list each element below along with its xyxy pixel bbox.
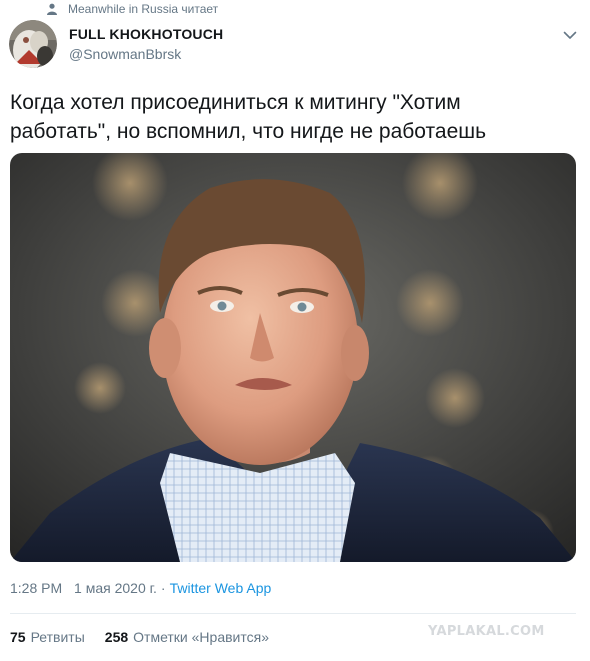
social-context[interactable]: Meanwhile in Russia читает: [46, 2, 218, 16]
author-name[interactable]: FULL KHOKHOTOUCH: [69, 26, 223, 42]
tweet-meta: 1:28 PM 1 мая 2020 г. · Twitter Web App: [10, 580, 271, 596]
social-context-text: Meanwhile in Russia читает: [68, 2, 219, 16]
user-icon: [46, 3, 58, 15]
tweet-text: Когда хотел присоединиться к митингу "Хо…: [10, 91, 487, 143]
chevron-down-icon[interactable]: [561, 26, 579, 44]
retweets-label: Ретвиты: [30, 629, 85, 645]
tweet-photo[interactable]: [10, 153, 576, 562]
meta-separator: ·: [160, 580, 166, 596]
tweet-date[interactable]: 1 мая 2020 г.: [74, 580, 157, 596]
likes-stat[interactable]: 258 Отметки «Нравится»: [105, 629, 269, 645]
tweet-stats: 75 Ретвиты 258 Отметки «Нравится»: [10, 629, 289, 645]
tweet-author: FULL KHOKHOTOUCH @SnowmanBbrsk: [9, 20, 581, 70]
likes-count: 258: [104, 629, 129, 645]
tweet-time[interactable]: 1:28 PM: [10, 580, 62, 596]
likes-label: Отметки «Нравится»: [133, 629, 269, 645]
watermark: YAPLAKAL.COM: [428, 624, 545, 639]
meta-separator: [66, 580, 70, 596]
author-handle[interactable]: @SnowmanBbrsk: [69, 46, 181, 62]
avatar[interactable]: [9, 20, 57, 68]
tweet-source-link[interactable]: Twitter Web App: [170, 580, 272, 596]
retweets-stat[interactable]: 75 Ретвиты: [10, 629, 85, 645]
retweets-count: 75: [10, 629, 26, 645]
divider: [10, 613, 576, 614]
